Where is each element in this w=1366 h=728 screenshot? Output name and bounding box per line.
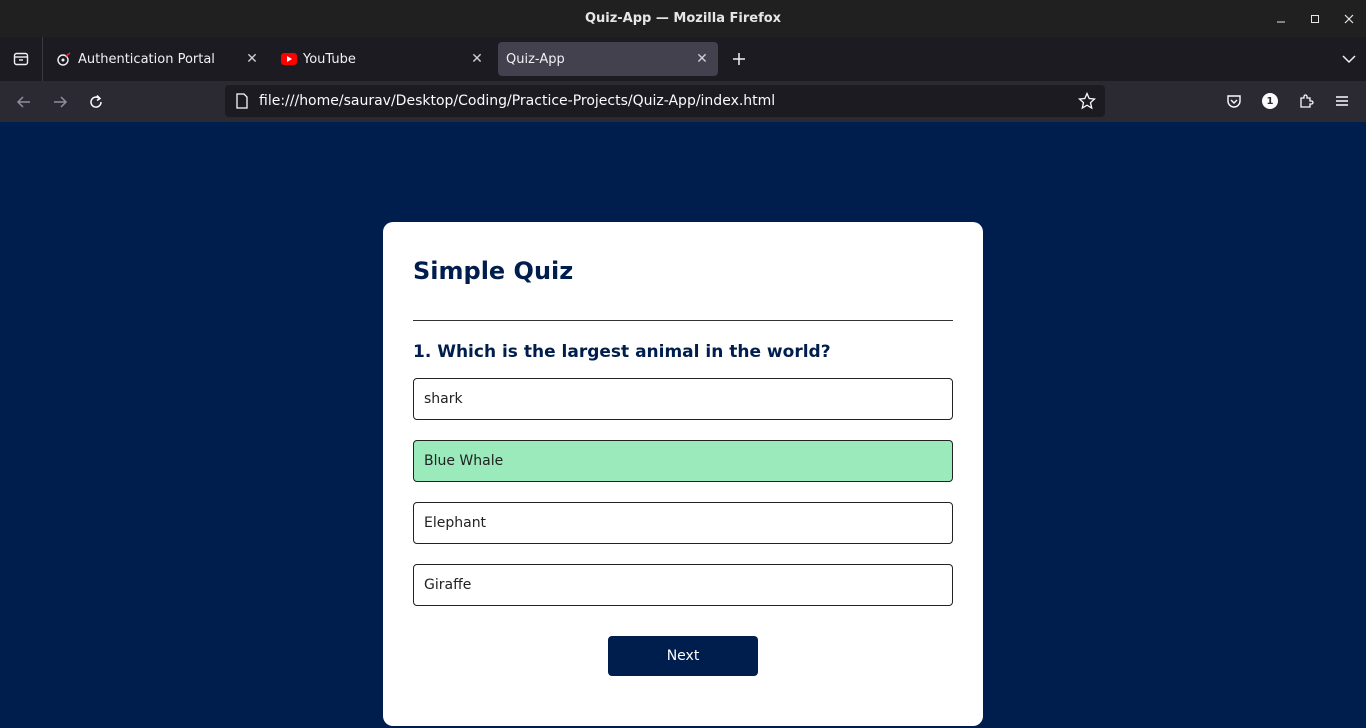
tab-label: YouTube <box>303 51 356 67</box>
extension-count-badge: 1 <box>1262 93 1278 109</box>
tab-close-icon[interactable]: ✕ <box>469 51 485 67</box>
reload-icon <box>90 94 102 108</box>
auth-favicon-icon <box>56 51 72 67</box>
tab-quiz-app[interactable]: Quiz-App ✕ <box>498 42 718 76</box>
tab-bar: Authentication Portal ✕ YouTube ✕ Quiz-A… <box>0 37 1366 81</box>
forward-button[interactable] <box>42 86 78 118</box>
answer-option-giraffe[interactable]: Giraffe <box>413 564 953 606</box>
window-controls <box>1264 0 1366 37</box>
firefox-view-icon <box>13 52 29 66</box>
plus-icon <box>733 53 745 65</box>
minimize-icon <box>1277 21 1285 22</box>
tab-authentication-portal[interactable]: Authentication Portal ✕ <box>48 42 268 76</box>
arrow-left-icon <box>16 95 30 108</box>
answer-option-shark[interactable]: shark <box>413 378 953 420</box>
quiz-card: Simple Quiz 1. Which is the largest anim… <box>383 222 983 726</box>
answer-option-elephant[interactable]: Elephant <box>413 502 953 544</box>
window-titlebar: Quiz-App — Mozilla Firefox <box>0 0 1366 37</box>
chevron-down-icon <box>1342 55 1356 64</box>
youtube-icon <box>281 51 297 67</box>
firefox-view-button[interactable] <box>0 37 43 81</box>
question-text: 1. Which is the largest animal in the wo… <box>413 342 831 362</box>
quiz-title: Simple Quiz <box>413 257 574 285</box>
hamburger-menu-icon <box>1336 96 1348 106</box>
title-divider <box>413 320 953 321</box>
bookmark-star-icon[interactable] <box>1077 91 1097 111</box>
extensions-button[interactable] <box>1288 85 1324 117</box>
pocket-button[interactable] <box>1216 85 1252 117</box>
toolbar-right: 1 <box>1216 85 1360 117</box>
window-title: Quiz-App — Mozilla Firefox <box>584 11 782 26</box>
puzzle-icon <box>1300 94 1314 108</box>
close-window-button[interactable] <box>1332 0 1366 37</box>
tab-label: Quiz-App <box>506 51 565 67</box>
new-tab-button[interactable] <box>722 42 756 76</box>
menu-button[interactable] <box>1324 85 1360 117</box>
next-button[interactable]: Next <box>608 636 758 676</box>
reload-button[interactable] <box>78 86 114 118</box>
list-all-tabs-button[interactable] <box>1342 37 1356 81</box>
maximize-icon <box>1311 14 1319 23</box>
maximize-button[interactable] <box>1298 0 1332 37</box>
back-button[interactable] <box>6 86 42 118</box>
pocket-icon <box>1227 95 1241 108</box>
nav-bar: file:///home/saurav/Desktop/Coding/Pract… <box>0 81 1366 122</box>
minimize-button[interactable] <box>1264 0 1298 37</box>
url-bar[interactable]: file:///home/saurav/Desktop/Coding/Pract… <box>225 85 1105 117</box>
arrow-right-icon <box>54 95 68 108</box>
document-icon <box>233 92 251 110</box>
close-icon <box>1344 14 1354 23</box>
page-content: Simple Quiz 1. Which is the largest anim… <box>0 122 1366 728</box>
extension-badge-button[interactable]: 1 <box>1252 85 1288 117</box>
tab-close-icon[interactable]: ✕ <box>244 51 260 67</box>
answer-list: shark Blue Whale Elephant Giraffe <box>413 378 953 626</box>
tab-close-icon[interactable]: ✕ <box>694 51 710 67</box>
url-text[interactable]: file:///home/saurav/Desktop/Coding/Pract… <box>259 93 1077 109</box>
tab-youtube[interactable]: YouTube ✕ <box>273 42 493 76</box>
answer-option-blue-whale[interactable]: Blue Whale <box>413 440 953 482</box>
tab-label: Authentication Portal <box>78 51 215 67</box>
